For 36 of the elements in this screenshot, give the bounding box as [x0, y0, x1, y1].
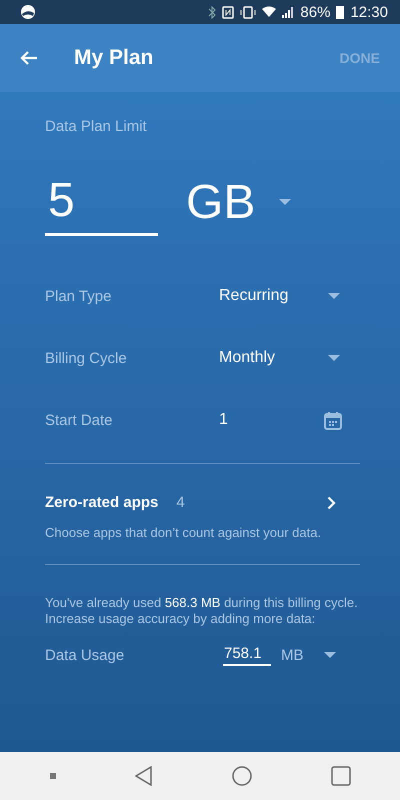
setting-value[interactable]: 1 — [219, 411, 324, 429]
setting-value[interactable]: Monthly — [219, 349, 328, 367]
app-count: 4 — [176, 494, 186, 511]
limit-input[interactable]: 5 — [45, 168, 158, 236]
dropdown-caret-icon[interactable] — [279, 198, 292, 206]
setting-value[interactable]: Recurring — [219, 287, 328, 305]
section-label: Data Plan Limit — [45, 118, 148, 135]
setting-label: Plan Type — [45, 288, 112, 304]
dropdown-caret-icon[interactable] — [328, 354, 340, 362]
zero-rated-description: Choose apps that don’t count against your data. — [45, 525, 322, 540]
back-icon[interactable] — [134, 766, 152, 786]
dropdown-caret-icon[interactable] — [328, 292, 340, 300]
nfc-icon — [222, 6, 234, 18]
chevron-right-icon[interactable] — [327, 496, 336, 510]
back-arrow-icon[interactable] — [20, 50, 38, 66]
clock-time: 12:30 — [350, 4, 388, 20]
signal-icon — [282, 6, 294, 18]
usage-unit-selector[interactable]: MB — [281, 647, 324, 664]
unit-selector[interactable]: GB — [186, 168, 256, 236]
setting-label: Start Date — [45, 412, 114, 428]
usage-note: You've already used 568.3 MB during this billing cycle. Increase usage accuracy by adding more data: — [45, 595, 359, 627]
bluetooth-icon — [208, 6, 216, 18]
setting-label: Data Usage — [45, 647, 126, 664]
vibrate-icon — [240, 6, 256, 18]
zero-rated-apps-link[interactable]: Zero-rated apps — [45, 494, 158, 511]
dropdown-caret-icon[interactable] — [324, 652, 336, 659]
setting-label: Billing Cycle — [45, 350, 128, 366]
screen-title: My Plan — [74, 46, 154, 70]
app-notification-icon — [20, 4, 36, 20]
usage-input[interactable]: 758.1 — [223, 645, 271, 666]
calendar-icon[interactable] — [324, 410, 342, 430]
battery-percent: 86% — [300, 4, 330, 20]
battery-icon — [336, 5, 344, 19]
wifi-icon — [262, 6, 276, 18]
home-icon[interactable] — [232, 766, 252, 786]
recents-icon[interactable] — [330, 766, 350, 786]
